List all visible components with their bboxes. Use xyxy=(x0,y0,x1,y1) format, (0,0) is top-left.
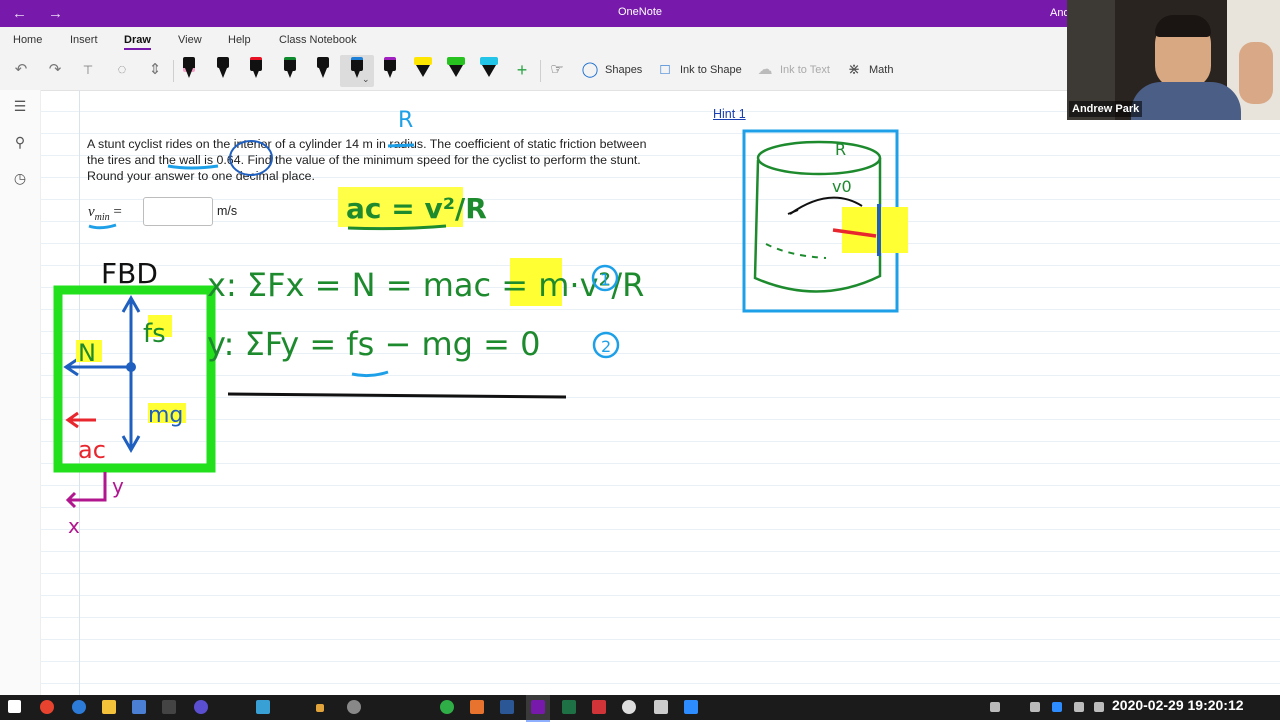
file-explorer-icon[interactable] xyxy=(102,700,116,714)
answer-unit: m/s xyxy=(217,204,238,218)
notebooks-icon[interactable]: ☰ xyxy=(10,98,30,118)
webcam-overlay: Andrew Park xyxy=(1067,0,1280,120)
search-icon[interactable]: ⚲ xyxy=(10,134,30,154)
volume-icon[interactable] xyxy=(1094,702,1104,712)
shapes-button[interactable]: Shapes xyxy=(605,64,642,76)
eraser-pen-icon[interactable] xyxy=(182,57,196,81)
shapes-icon[interactable]: ◯ xyxy=(581,61,599,79)
presenter-hair xyxy=(1155,15,1211,37)
app-icon[interactable] xyxy=(194,700,208,714)
tab-home[interactable]: Home xyxy=(13,34,42,46)
tray-icon[interactable] xyxy=(1074,702,1084,712)
pen-dark-icon[interactable] xyxy=(316,57,330,81)
ink-to-text-button: Ink to Text xyxy=(780,64,830,76)
page-margin-line xyxy=(79,90,80,695)
tab-view[interactable]: View xyxy=(178,34,202,46)
word-icon[interactable] xyxy=(500,700,514,714)
tab-help[interactable]: Help xyxy=(228,34,251,46)
tab-class-notebook[interactable]: Class Notebook xyxy=(279,34,357,46)
tab-draw[interactable]: Draw xyxy=(124,34,151,50)
windows-start-icon[interactable] xyxy=(8,700,21,713)
presenter-hand xyxy=(1239,42,1273,104)
clock[interactable]: 2020-02-29 19:20:12 xyxy=(1112,697,1244,713)
separator xyxy=(173,60,174,82)
onenote-icon[interactable] xyxy=(531,700,545,714)
answer-variable: v xyxy=(88,204,95,220)
app-icon[interactable] xyxy=(622,700,636,714)
pen-purple-icon[interactable] xyxy=(383,57,397,81)
ink-to-shape-button[interactable]: Ink to Shape xyxy=(680,64,742,76)
answer-label: vmin = xyxy=(88,204,122,223)
math-button[interactable]: Math xyxy=(869,64,893,76)
calculator-icon[interactable] xyxy=(654,700,668,714)
excel-icon[interactable] xyxy=(562,700,576,714)
separator xyxy=(540,60,541,82)
app-icon[interactable] xyxy=(347,700,361,714)
recent-notes-icon[interactable]: ◷ xyxy=(10,170,30,190)
lasso-select-icon[interactable]: ◌ xyxy=(113,61,131,79)
taskbar: 2020-02-29 19:20:12 xyxy=(0,695,1280,722)
highlighter-yellow-icon[interactable] xyxy=(414,57,432,81)
app-icon[interactable] xyxy=(132,700,146,714)
navigation-rail: ☰ ⚲ ◷ xyxy=(0,90,41,695)
app-icon[interactable] xyxy=(316,704,324,712)
terminal-icon[interactable] xyxy=(162,700,176,714)
highlighter-green-icon[interactable] xyxy=(447,57,465,81)
touch-drawing-icon[interactable]: ☞ xyxy=(548,61,566,79)
app-icon[interactable] xyxy=(440,700,454,714)
ink-to-shape-icon[interactable]: □ xyxy=(656,61,674,79)
app-icon[interactable] xyxy=(470,700,484,714)
type-icon[interactable]: ⊤ xyxy=(79,61,97,79)
math-icon[interactable]: ⋇ xyxy=(845,61,863,79)
pen-green-icon[interactable] xyxy=(283,57,297,81)
answer-input[interactable] xyxy=(143,197,213,226)
hint-link[interactable]: Hint 1 xyxy=(713,107,746,121)
presenter-shirt xyxy=(1131,82,1241,120)
chevron-down-icon[interactable]: ⌄ xyxy=(362,74,370,85)
pen-black-icon[interactable] xyxy=(216,57,230,81)
add-pen-icon[interactable]: + xyxy=(513,61,531,79)
answer-equals: = xyxy=(113,204,122,220)
tab-insert[interactable]: Insert xyxy=(70,34,98,46)
browser-icon[interactable] xyxy=(72,700,86,714)
highlighter-cyan-icon[interactable] xyxy=(480,57,498,81)
tray-icon[interactable] xyxy=(990,702,1000,712)
add-space-icon[interactable]: ⇕ xyxy=(146,61,164,79)
answer-subscript: min xyxy=(94,212,110,223)
problem-line-2: the tires and the wall is 0.64. Find the… xyxy=(87,153,641,167)
zoom-icon[interactable] xyxy=(684,700,698,714)
app-icon[interactable] xyxy=(592,700,606,714)
chrome-icon[interactable] xyxy=(40,700,54,714)
tray-icon[interactable] xyxy=(1052,702,1062,712)
redo-icon[interactable]: ↷ xyxy=(46,61,64,79)
app-icon[interactable] xyxy=(256,700,270,714)
problem-line-1: A stunt cyclist rides on the interior of… xyxy=(87,137,647,151)
tray-icon[interactable] xyxy=(1030,702,1040,712)
ink-to-text-icon: ☁ xyxy=(757,61,773,78)
presenter-name: Andrew Park xyxy=(1069,101,1143,117)
problem-line-3: Round your answer to one decimal place. xyxy=(87,169,315,183)
pen-red-icon[interactable] xyxy=(249,57,263,81)
undo-icon[interactable]: ↶ xyxy=(12,61,30,79)
